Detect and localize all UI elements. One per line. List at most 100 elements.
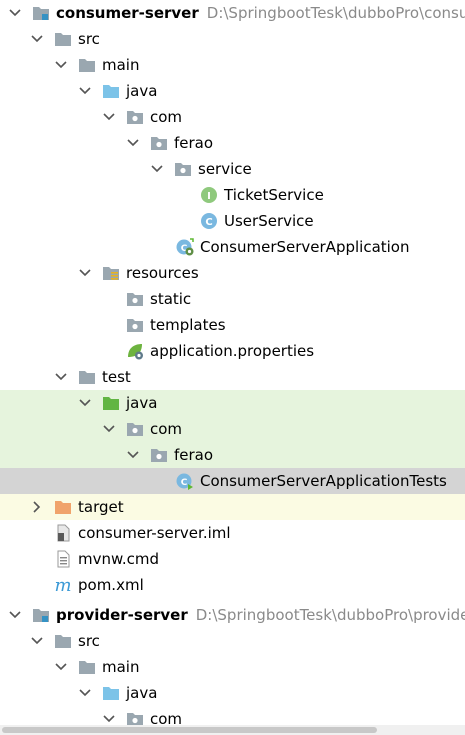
svg-text:I: I: [207, 191, 211, 202]
tree-row-label: java: [126, 394, 158, 412]
excluded-folder-icon: [54, 498, 72, 516]
class-icon: C: [200, 212, 218, 230]
project-tree[interactable]: consumer-server D:\SpringbootTesk\dubboP…: [0, 0, 465, 735]
source-folder-icon: [102, 684, 120, 702]
tree-row-ferao[interactable]: ferao: [0, 130, 465, 156]
tree-row-label: ConsumerServerApplicationTests: [200, 472, 447, 490]
chevron-down-icon[interactable]: [30, 32, 44, 46]
tree-row-label: ferao: [174, 446, 214, 464]
chevron-down-icon[interactable]: [150, 162, 164, 176]
tree-row-test-ferao[interactable]: ferao: [0, 442, 465, 468]
tree-row-consumerserverapplication[interactable]: C ConsumerServerApplication: [0, 234, 465, 260]
package-icon: [174, 160, 192, 178]
tree-row-test[interactable]: test: [0, 364, 465, 390]
tree-row-consumer-server[interactable]: consumer-server D:\SpringbootTesk\dubboP…: [0, 0, 465, 26]
iml-file-icon: [54, 524, 72, 542]
tree-row-consumerserverapplicationtests[interactable]: C ConsumerServerApplicationTests: [0, 468, 465, 494]
tree-row-label: com: [150, 420, 183, 438]
package-icon: [126, 108, 144, 126]
spring-properties-icon: [126, 342, 144, 360]
chevron-down-icon[interactable]: [54, 58, 68, 72]
tree-row-test-java[interactable]: java: [0, 390, 465, 416]
tree-row-label: consumer-server: [56, 4, 199, 22]
tree-row-consumer-server-iml[interactable]: consumer-server.iml: [0, 520, 465, 546]
package-icon: [126, 316, 144, 334]
tree-row-main[interactable]: main: [0, 52, 465, 78]
chevron-down-icon[interactable]: [78, 396, 92, 410]
svg-text:C: C: [205, 217, 212, 228]
horizontal-scrollbar[interactable]: [0, 725, 465, 735]
chevron-down-icon[interactable]: [54, 660, 68, 674]
chevron-down-icon[interactable]: [126, 136, 140, 150]
tree-row-application-properties[interactable]: application.properties: [0, 338, 465, 364]
tree-row-templates[interactable]: templates: [0, 312, 465, 338]
chevron-down-icon[interactable]: [102, 110, 116, 124]
chevron-down-icon[interactable]: [78, 84, 92, 98]
test-class-icon: C: [176, 472, 194, 490]
chevron-down-icon[interactable]: [54, 370, 68, 384]
chevron-down-icon[interactable]: [8, 608, 22, 622]
chevron-down-icon[interactable]: [78, 686, 92, 700]
tree-row-label: templates: [150, 316, 226, 334]
tree-row-label: consumer-server.iml: [78, 524, 231, 542]
tree-row-provider-server[interactable]: provider-server D:\SpringbootTesk\dubboP…: [0, 602, 465, 628]
tree-row-com[interactable]: com: [0, 104, 465, 130]
test-folder-icon: [102, 394, 120, 412]
folder-icon: [54, 30, 72, 48]
tree-row-provider-java[interactable]: java: [0, 680, 465, 706]
tree-row-label: java: [126, 684, 158, 702]
maven-icon: m: [54, 576, 72, 594]
chevron-down-icon[interactable]: [126, 448, 140, 462]
tree-row-label: UserService: [224, 212, 314, 230]
tree-row-label: provider-server: [56, 606, 188, 624]
tree-row-test-com[interactable]: com: [0, 416, 465, 442]
tree-row-service[interactable]: service: [0, 156, 465, 182]
tree-row-label: pom.xml: [78, 576, 144, 594]
tree-row-label: TicketService: [224, 186, 324, 204]
tree-row-pom-xml[interactable]: m pom.xml: [0, 572, 465, 598]
tree-row-label: ConsumerServerApplication: [200, 238, 410, 256]
tree-row-provider-main[interactable]: main: [0, 654, 465, 680]
module-path: D:\SpringbootTesk\dubboPro\consum: [206, 4, 465, 22]
tree-row-userservice[interactable]: C UserService: [0, 208, 465, 234]
chevron-down-icon[interactable]: [8, 6, 22, 20]
module-folder-icon: [32, 4, 50, 22]
tree-row-mvnw-cmd[interactable]: mvnw.cmd: [0, 546, 465, 572]
chevron-down-icon[interactable]: [78, 266, 92, 280]
svg-text:C: C: [181, 478, 188, 488]
folder-icon: [78, 658, 96, 676]
package-icon: [126, 290, 144, 308]
spring-boot-class-icon: C: [176, 238, 194, 256]
chevron-down-icon[interactable]: [30, 634, 44, 648]
tree-row-label: com: [150, 108, 183, 126]
module-folder-icon: [32, 606, 50, 624]
tree-row-label: main: [102, 56, 140, 74]
tree-row-label: java: [126, 82, 158, 100]
tree-row-label: resources: [126, 264, 199, 282]
tree-row-provider-src[interactable]: src: [0, 628, 465, 654]
tree-row-java[interactable]: java: [0, 78, 465, 104]
package-icon: [150, 446, 168, 464]
tree-row-ticketservice[interactable]: I TicketService: [0, 182, 465, 208]
module-path: D:\SpringbootTesk\dubboPro\provider-: [195, 606, 465, 624]
folder-icon: [78, 368, 96, 386]
tree-row-target[interactable]: target: [0, 494, 465, 520]
chevron-down-icon[interactable]: [102, 712, 116, 726]
tree-row-label: src: [78, 632, 100, 650]
tree-row-static[interactable]: static: [0, 286, 465, 312]
chevron-down-icon[interactable]: [102, 422, 116, 436]
tree-row-resources[interactable]: resources: [0, 260, 465, 286]
package-icon: [126, 420, 144, 438]
resources-folder-icon: [102, 264, 120, 282]
tree-row-label: target: [78, 498, 124, 516]
chevron-right-icon[interactable]: [30, 500, 44, 514]
tree-row-label: service: [198, 160, 252, 178]
tree-row-label: mvnw.cmd: [78, 550, 160, 568]
tree-row-label: main: [102, 658, 140, 676]
tree-row-label: ferao: [174, 134, 214, 152]
tree-row-label: application.properties: [150, 342, 315, 360]
scrollbar-thumb[interactable]: [2, 727, 377, 733]
interface-icon: I: [200, 186, 218, 204]
tree-row-src[interactable]: src: [0, 26, 465, 52]
tree-row-label: static: [150, 290, 192, 308]
